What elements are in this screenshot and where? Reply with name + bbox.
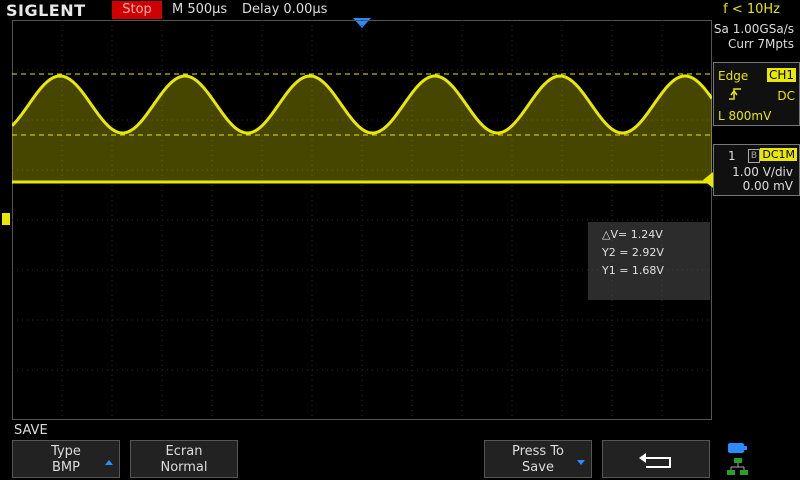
softkey-save-line2: Save — [522, 460, 554, 475]
brand-logo: SIGLENT — [6, 1, 86, 20]
softkey-type[interactable]: Type BMP — [12, 440, 120, 478]
usb-storage-icon — [728, 443, 744, 453]
return-arrow-icon — [639, 453, 671, 468]
acquisition-info: Sa 1.00GSa/s Curr 7Mpts — [714, 22, 794, 52]
frequency-counter: f < 10Hz — [723, 2, 780, 17]
ch1-settings-panel[interactable]: 1 B DC1M 1.00 V/div 0.00 mV — [713, 144, 800, 196]
softkey-save-line1: Press To — [511, 444, 565, 459]
up-arrow-icon — [105, 460, 113, 465]
system-status-icons — [727, 443, 748, 475]
waveform-grid — [12, 20, 712, 420]
bandwidth-limit-icon: B — [748, 149, 760, 163]
down-arrow-icon — [577, 460, 585, 465]
softkey-type-value: BMP — [52, 460, 80, 475]
trigger-panel[interactable]: Edge CH1 DC L 800mV — [713, 62, 800, 126]
cursor-measurement-box: △V= 1.24V Y2 = 2.92V Y1 = 1.68V — [588, 222, 710, 300]
cursor-y1-value: Y1 = 1.68V — [602, 264, 664, 277]
softkey-ecran-label: Ecran — [165, 444, 203, 459]
timebase-readout: M 500µs — [172, 2, 228, 17]
grid-lines — [12, 20, 712, 420]
trigger-level-marker-icon[interactable] — [703, 172, 713, 188]
cursor-delta-v: △V= 1.24V — [602, 228, 663, 241]
network-icon — [727, 458, 748, 475]
run-stop-indicator[interactable]: Stop — [112, 1, 162, 19]
trigger-type: Edge — [718, 69, 749, 83]
ch1-sine-trace — [12, 74, 712, 135]
softkey-ecran[interactable]: Ecran Normal — [130, 440, 238, 478]
cursor-y2-value: Y2 = 2.92V — [602, 246, 664, 259]
sample-rate: Sa 1.00GSa/s — [713, 22, 794, 36]
softkey-ecran-value: Normal — [160, 460, 208, 475]
rising-edge-icon — [729, 88, 741, 100]
menu-title: SAVE — [14, 423, 48, 438]
ch1-volts-per-div: 1.00 V/div — [732, 165, 793, 179]
softkey-return[interactable] — [602, 440, 710, 478]
channel-number: 1 — [728, 149, 736, 163]
ch1-coupling-badge: DC1M — [760, 148, 797, 161]
ch1-offset-marker-icon[interactable] — [2, 213, 10, 225]
memory-depth: Curr 7Mpts — [727, 37, 794, 51]
trigger-coupling: DC — [777, 89, 795, 103]
trigger-level: L 800mV — [718, 109, 772, 123]
ch1-offset: 0.00 mV — [742, 179, 793, 193]
softkey-press-to-save[interactable]: Press To Save — [484, 440, 592, 478]
trigger-source-badge: CH1 — [766, 68, 796, 82]
delay-readout: Delay 0.00µs — [242, 2, 328, 17]
top-status-bar: SIGLENT Stop M 500µs Delay 0.00µs f < 10… — [0, 0, 800, 20]
softkey-type-label: Type — [51, 444, 81, 459]
